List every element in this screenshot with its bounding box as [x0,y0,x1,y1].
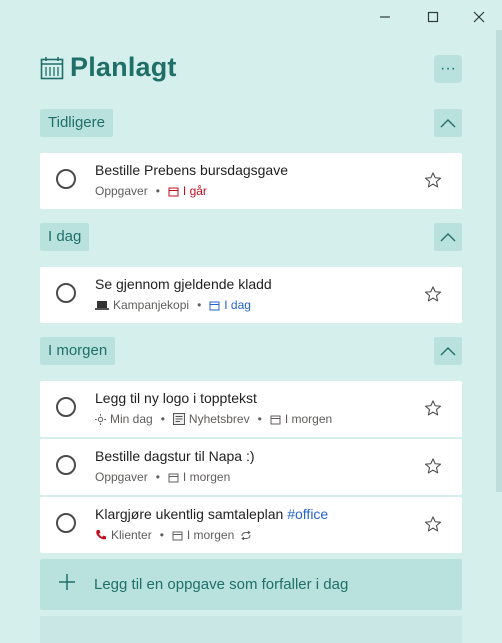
task-title: Klargjøre ukentlig samtaleplan #office [95,506,328,522]
task-due-date: I morgen [284,412,333,426]
task-title: Legg til ny logo i topptekst [95,390,257,406]
calendar-small-icon [172,530,183,541]
task-due-date: I dag [224,298,251,312]
task-list-name: Klienter [111,528,152,542]
separator-dot: • [160,412,165,426]
separator-dot: • [155,470,160,484]
task-meta: Oppgaver • I morgen [95,470,230,484]
repeat-icon [240,530,252,541]
complete-checkbox[interactable] [56,455,76,475]
task-item[interactable]: Bestille dagstur til Napa :) Oppgaver • … [40,439,462,495]
task-list-name: Nyhetsbrev [188,412,250,426]
phone-icon [95,529,107,541]
page-title: Planlagt [70,52,177,82]
maximize-icon [427,11,439,23]
task-item[interactable]: Se gjennom gjeldende kladd Kampanjekopi … [40,267,462,323]
collapse-button[interactable] [434,337,462,365]
task-list-name: Oppgaver [95,470,148,484]
task-item[interactable]: Klargjøre ukentlig samtaleplan #office K… [40,497,462,553]
task-meta: Kampanjekopi • I dag [95,298,251,312]
task-due-date: I morgen [182,470,231,484]
calendar-icon [40,56,64,79]
task-list-name: Kampanjekopi [113,298,190,312]
complete-checkbox[interactable] [56,513,76,533]
scrollbar[interactable] [496,30,502,492]
calendar-small-icon [270,414,281,425]
group-label: I morgen [40,337,116,365]
complete-checkbox[interactable] [56,397,76,417]
complete-checkbox[interactable] [56,283,76,303]
add-task-input[interactable]: Legg til en oppgave som forfaller i dag [40,559,462,610]
task-title: Bestille Prebens bursdagsgave [95,162,289,178]
plus-icon [59,574,75,590]
task-list-name: Oppgaver [95,184,148,198]
star-icon[interactable] [424,399,442,417]
task-meta: Klienter • I morgen [95,528,256,542]
page-header: Planlagt [40,52,177,83]
minimize-icon [380,16,390,18]
sun-icon [95,413,106,425]
my-day-label: Min dag [110,412,153,426]
add-task-placeholder: Legg til en oppgave som forfaller i dag [94,576,349,593]
newspaper-icon [172,413,185,425]
calendar-small-icon [168,472,179,483]
task-title: Bestille dagstur til Napa :) [95,448,255,464]
task-meta: Min dag • Nyhetsbrev • I morgen [95,412,332,426]
collapse-button[interactable] [434,223,462,251]
star-icon[interactable] [424,457,442,475]
group-label: I dag [40,223,90,251]
group-label: Tidligere [40,109,113,137]
more-options-button[interactable]: ··· [434,55,462,83]
laptop-icon [95,300,109,311]
group-header-i-dag[interactable]: I dag [40,223,90,251]
chevron-up-icon [440,233,456,242]
calendar-small-icon [168,186,179,197]
calendar-small-icon [209,300,220,311]
collapse-button[interactable] [434,109,462,137]
task-meta: Oppgaver • I går [95,184,207,198]
close-icon [473,11,485,23]
star-icon[interactable] [424,171,442,189]
task-title-text: Klargjøre ukentlig samtaleplan [95,506,284,522]
separator-dot: • [257,412,262,426]
group-header-i-morgen[interactable]: I morgen [40,337,116,365]
task-due-date: I går [182,184,207,198]
task-hashtag[interactable]: #office [287,506,328,522]
task-item[interactable]: Bestille Prebens bursdagsgave Oppgaver •… [40,153,462,209]
group-header-tidligere[interactable]: Tidligere [40,109,113,137]
separator-dot: • [155,184,160,198]
task-item[interactable]: Legg til ny logo i topptekst Min dag • N… [40,381,462,437]
separator-dot: • [159,528,164,542]
task-due-date: I morgen [186,528,235,542]
star-icon[interactable] [424,515,442,533]
close-button[interactable] [468,6,490,28]
separator-dot: • [197,298,202,312]
maximize-button[interactable] [422,6,444,28]
star-icon[interactable] [424,285,442,303]
minimize-button[interactable] [374,6,396,28]
chevron-up-icon [440,119,456,128]
task-title: Se gjennom gjeldende kladd [95,276,272,292]
suggestions-strip [40,616,462,643]
complete-checkbox[interactable] [56,169,76,189]
chevron-up-icon [440,347,456,356]
